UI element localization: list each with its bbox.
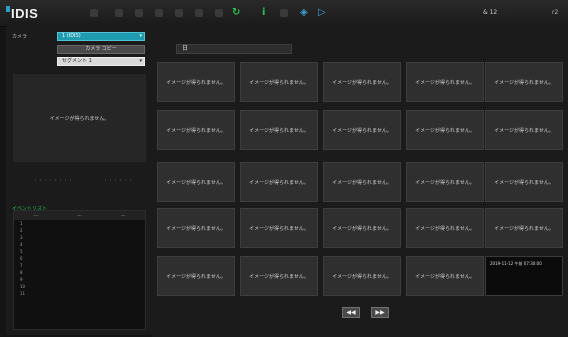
list-item[interactable]: 11 <box>14 290 145 297</box>
camera-select[interactable]: 1 (IDIS) ▾ <box>57 32 145 41</box>
segment-select[interactable]: セグメント 1 ▾ <box>57 57 145 66</box>
toolbar-icon[interactable] <box>175 9 183 17</box>
list-item[interactable]: 9 <box>14 276 145 283</box>
refresh-icon[interactable]: ↻ <box>232 8 240 18</box>
thumbnail-cell[interactable]: イメージが得られません。 <box>157 62 235 102</box>
idis-logo: IDIS <box>6 6 38 21</box>
thumbnail-cell[interactable]: イメージが得られません。 <box>323 256 401 296</box>
event-list-header: --- --- --- <box>14 211 145 220</box>
list-item[interactable]: 3 <box>14 234 145 241</box>
info-icon[interactable]: i <box>262 8 265 18</box>
chevron-down-icon: ▾ <box>139 33 142 39</box>
column-header[interactable]: --- <box>77 211 81 220</box>
list-item[interactable]: 6 <box>14 255 145 262</box>
thumbnail-cell[interactable]: イメージが得られません。 <box>323 110 401 150</box>
thumbnail-cell[interactable]: イメージが得られません。 <box>406 110 484 150</box>
window-close-button[interactable]: r2 <box>552 9 558 16</box>
thumbnail-cell[interactable]: イメージが得られません。 <box>406 162 484 202</box>
thumbnail-cell[interactable]: イメージが得られません。 <box>157 256 235 296</box>
thumbnail-cell[interactable]: イメージが得られません。 <box>240 256 318 296</box>
user-indicator[interactable]: & 12 <box>483 9 497 16</box>
list-item[interactable]: 8 <box>14 269 145 276</box>
segment-select-value: セグメント 1 <box>62 58 92 64</box>
thumbnail-cell[interactable]: イメージが得られません。 <box>485 162 563 202</box>
toolbar-icon[interactable] <box>155 9 163 17</box>
preview-message: イメージが得られません。 <box>49 115 110 122</box>
thumbnail-cell[interactable]: イメージが得られません。 <box>157 110 235 150</box>
thumbnail-cell[interactable]: イメージが得られません。 <box>157 162 235 202</box>
column-header[interactable]: --- <box>34 211 38 220</box>
toolbar-icon[interactable] <box>135 9 143 17</box>
chevron-down-icon: ▾ <box>139 58 142 64</box>
next-page-button[interactable]: ▶▶ <box>371 307 389 318</box>
toolbar-icon[interactable] <box>280 9 288 17</box>
toolbar-icon[interactable] <box>195 9 203 17</box>
thumbnail-cell[interactable]: イメージが得られません。 <box>323 162 401 202</box>
toolbar-icon[interactable] <box>115 9 123 17</box>
thumbnail-cell[interactable]: イメージが得られません。 <box>240 110 318 150</box>
camera-copy-button[interactable]: カメラ コピー <box>57 45 145 54</box>
thumbnail-cell-selected[interactable]: 2019-11-12 午前 07:30:00 <box>485 256 563 296</box>
camera-select-value: 1 (IDIS) <box>62 33 81 39</box>
thumbnail-cell[interactable]: イメージが得られません。 <box>323 62 401 102</box>
option-link-left[interactable]: ・・・・・・・・ <box>33 177 73 184</box>
thumbnail-timestamp: 2019-11-12 午前 07:30:00 <box>490 261 542 266</box>
thumbnail-cell[interactable]: イメージが得られません。 <box>485 62 563 102</box>
toolbar-icon[interactable] <box>215 9 223 17</box>
thumbnail-cell[interactable]: イメージが得られません。 <box>240 162 318 202</box>
date-field[interactable]: 日 <box>176 44 292 54</box>
thumbnail-cell[interactable]: イメージが得られません。 <box>157 208 235 248</box>
list-item[interactable]: 7 <box>14 262 145 269</box>
link-icon[interactable]: ◈ <box>300 8 308 18</box>
list-item[interactable]: 4 <box>14 241 145 248</box>
top-bar: IDIS ↻ i ◈ ▷ & 12 r2 <box>0 0 568 27</box>
list-item[interactable]: 1 <box>14 220 145 227</box>
column-header[interactable]: --- <box>121 211 125 220</box>
camera-preview: イメージが得られません。 <box>13 74 146 162</box>
list-item[interactable]: 10 <box>14 283 145 290</box>
thumbnail-cell[interactable]: イメージが得られません。 <box>240 208 318 248</box>
prev-page-button[interactable]: ◀◀ <box>342 307 360 318</box>
thumbnail-cell[interactable]: イメージが得られません。 <box>485 208 563 248</box>
camera-label: カメラ <box>12 34 28 40</box>
thumbnail-cell[interactable]: イメージが得られません。 <box>240 62 318 102</box>
event-list: --- --- --- 1 2 3 4 5 6 7 8 9 10 11 <box>13 210 146 330</box>
toolbar-icon[interactable] <box>90 9 98 17</box>
thumbnail-cell[interactable]: イメージが得られません。 <box>406 208 484 248</box>
option-link-right[interactable]: ・・・・・・ <box>103 177 133 184</box>
thumbnail-cell[interactable]: イメージが得られません。 <box>406 256 484 296</box>
thumbnail-cell[interactable]: イメージが得られません。 <box>485 110 563 150</box>
thumbnail-cell[interactable]: イメージが得られません。 <box>323 208 401 248</box>
play-icon[interactable]: ▷ <box>318 8 326 18</box>
thumbnail-cell[interactable]: イメージが得られません。 <box>406 62 484 102</box>
list-item[interactable]: 2 <box>14 227 145 234</box>
list-item[interactable]: 5 <box>14 248 145 255</box>
